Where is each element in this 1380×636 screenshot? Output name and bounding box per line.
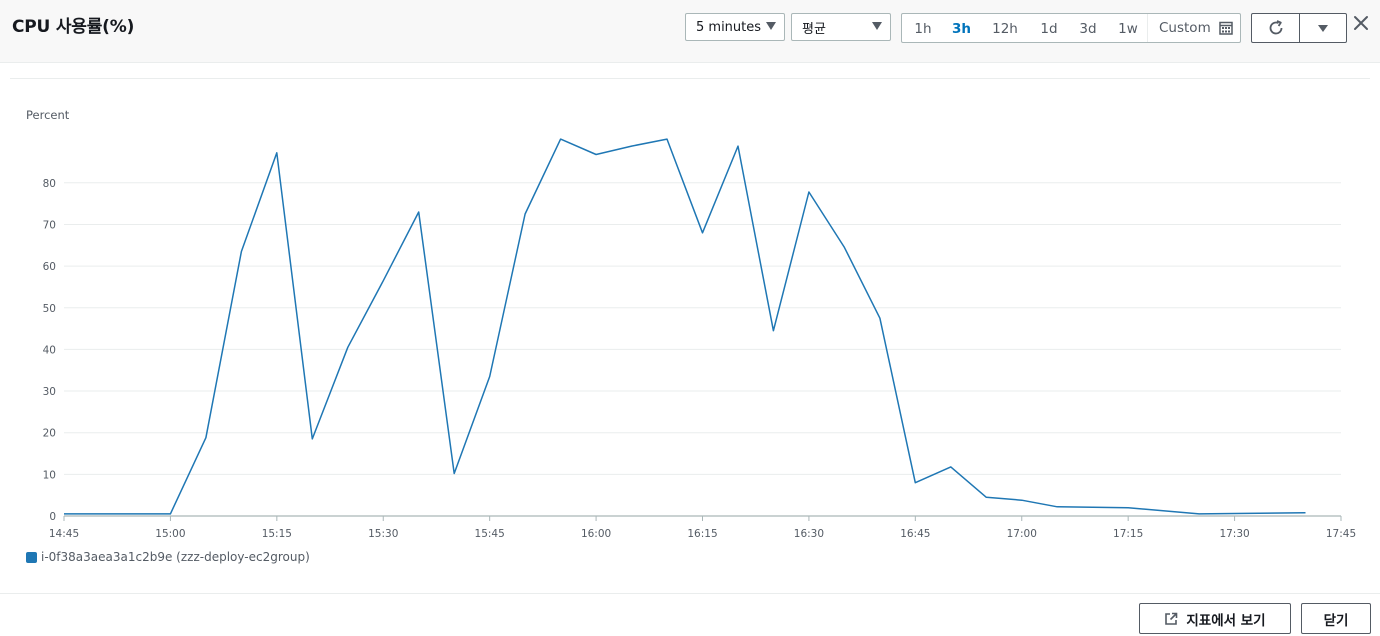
- legend-series-label: i-0f38a3aea3a1c2b9e (zzz-deploy-ec2group…: [41, 550, 310, 564]
- y-tick-label: 20: [43, 428, 56, 440]
- x-tick-label: 14:45: [49, 528, 79, 540]
- data-point[interactable]: [913, 481, 917, 485]
- data-point[interactable]: [630, 144, 634, 148]
- x-tick-label: 15:15: [262, 528, 292, 540]
- data-point[interactable]: [594, 152, 598, 156]
- data-point[interactable]: [168, 512, 172, 516]
- legend-swatch: [26, 551, 37, 563]
- data-point[interactable]: [452, 472, 456, 476]
- x-tick-label: 15:00: [155, 528, 185, 540]
- x-tick-label: 16:45: [900, 528, 930, 540]
- widget-title: CPU 사용률(%): [12, 17, 135, 37]
- y-tick-label: 30: [43, 386, 56, 398]
- refresh-control: [1251, 13, 1347, 43]
- data-point[interactable]: [346, 345, 350, 349]
- time-range-selector: 1h 3h 12h 1d 3d 1w Custom: [901, 13, 1241, 43]
- view-in-metrics-button[interactable]: 지표에서 보기: [1139, 603, 1291, 634]
- y-tick-label: 80: [43, 178, 56, 190]
- range-1w[interactable]: 1w: [1109, 14, 1147, 42]
- range-1d[interactable]: 1d: [1031, 14, 1067, 42]
- range-custom[interactable]: Custom: [1147, 14, 1240, 42]
- chart-legend[interactable]: i-0f38a3aea3a1c2b9e (zzz-deploy-ec2group…: [26, 550, 310, 564]
- data-point[interactable]: [310, 437, 314, 441]
- data-point[interactable]: [949, 465, 953, 469]
- x-tick-label: 16:30: [794, 528, 824, 540]
- data-point[interactable]: [701, 231, 705, 235]
- x-tick-label: 16:00: [581, 528, 611, 540]
- range-3d[interactable]: 3d: [1067, 14, 1109, 42]
- calendar-icon: [1218, 21, 1233, 35]
- data-point[interactable]: [559, 137, 563, 141]
- x-tick-label: 17:15: [1113, 528, 1143, 540]
- statistic-select-value: 평균: [802, 21, 826, 37]
- data-point[interactable]: [381, 279, 385, 283]
- range-1h[interactable]: 1h: [902, 14, 944, 42]
- x-tick-label: 15:30: [368, 528, 398, 540]
- close-icon[interactable]: [1351, 13, 1371, 33]
- refresh-button[interactable]: [1252, 14, 1299, 42]
- data-point[interactable]: [665, 137, 669, 141]
- caret-down-icon: [872, 22, 882, 30]
- x-tick-label: 17:45: [1326, 528, 1356, 540]
- widget-header: CPU 사용률(%) 5 minutes 평균 1h 3h 12h 1d 3d …: [0, 0, 1380, 63]
- x-tick-label: 16:15: [687, 528, 717, 540]
- divider: [10, 78, 1370, 79]
- data-point[interactable]: [523, 212, 527, 216]
- y-tick-label: 60: [43, 261, 56, 273]
- custom-label: Custom: [1159, 20, 1211, 36]
- data-point[interactable]: [1126, 506, 1130, 510]
- data-point[interactable]: [488, 374, 492, 378]
- period-select[interactable]: 5 minutes: [685, 13, 785, 41]
- data-point[interactable]: [1055, 505, 1059, 509]
- refresh-options-dropdown[interactable]: [1299, 14, 1346, 42]
- data-point[interactable]: [1020, 498, 1024, 502]
- refresh-icon: [1269, 20, 1282, 35]
- external-link-icon: [1165, 612, 1178, 625]
- data-point[interactable]: [62, 512, 66, 516]
- data-point[interactable]: [984, 495, 988, 499]
- data-point[interactable]: [736, 144, 740, 148]
- data-point[interactable]: [771, 329, 775, 333]
- data-point[interactable]: [275, 151, 279, 155]
- range-12h[interactable]: 12h: [979, 14, 1031, 42]
- data-point[interactable]: [1304, 511, 1308, 515]
- data-point[interactable]: [239, 250, 243, 254]
- y-tick-label: 70: [43, 219, 56, 231]
- data-point[interactable]: [1197, 512, 1201, 516]
- period-select-value: 5 minutes: [696, 19, 762, 35]
- y-tick-label: 0: [49, 511, 56, 523]
- data-point[interactable]: [878, 316, 882, 320]
- series-line[interactable]: [64, 138, 1306, 515]
- y-tick-label: 50: [43, 303, 56, 315]
- caret-down-icon: [766, 22, 776, 30]
- data-point[interactable]: [417, 210, 421, 214]
- divider: [0, 593, 1380, 594]
- x-tick-label: 17:30: [1219, 528, 1249, 540]
- data-point[interactable]: [842, 245, 846, 249]
- data-point[interactable]: [807, 190, 811, 194]
- view-in-metrics-label: 지표에서 보기: [1186, 612, 1266, 629]
- cpu-utilization-chart: Percent 0 10 20 30 40 50 60 70 80 14:45 15:00 15:1…: [26, 108, 1356, 540]
- close-button[interactable]: 닫기: [1301, 603, 1371, 634]
- y-tick-label: 10: [43, 469, 56, 481]
- close-button-label: 닫기: [1323, 612, 1349, 629]
- range-3h[interactable]: 3h: [944, 14, 979, 42]
- y-axis-label: Percent: [26, 108, 70, 122]
- x-tick-label: 15:45: [475, 528, 505, 540]
- caret-down-icon: [1318, 24, 1328, 32]
- data-point[interactable]: [204, 436, 208, 440]
- y-tick-label: 40: [43, 344, 56, 356]
- x-tick-label: 17:00: [1007, 528, 1037, 540]
- statistic-select[interactable]: 평균: [791, 13, 891, 41]
